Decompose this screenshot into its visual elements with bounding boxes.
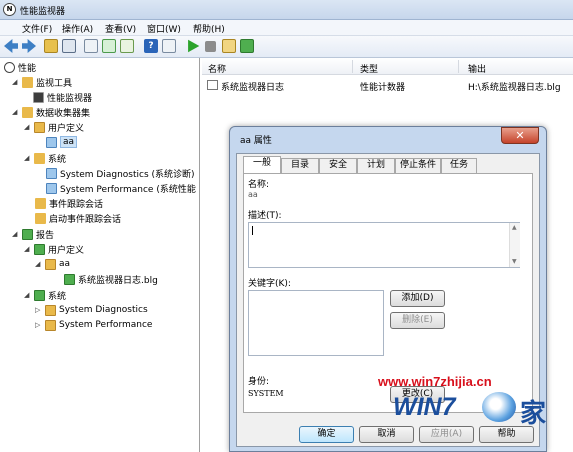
menu-file[interactable]: 文件(F) — [22, 22, 52, 35]
tab-security[interactable]: 安全 — [319, 158, 357, 173]
up-icon[interactable] — [44, 39, 58, 53]
column-name[interactable]: 名称 — [208, 62, 226, 75]
collector-icon — [46, 136, 57, 148]
tree-aa[interactable]: aa — [46, 135, 78, 149]
name-value: aa — [248, 190, 258, 199]
tree-r-system[interactable]: ◢ 系统 — [24, 288, 66, 302]
description-textarea[interactable]: ▲ ▼ — [248, 222, 520, 268]
tree-r-aa[interactable]: ◢ aa — [35, 257, 70, 271]
identity-value: SYSTEM — [248, 389, 284, 398]
watermark-url: www.win7zhijia.cn — [378, 374, 492, 389]
windows-logo-icon — [482, 392, 516, 422]
menu-window[interactable]: 窗口(W) — [147, 22, 181, 35]
close-button[interactable]: ✕ — [501, 127, 539, 144]
tree-perf-monitor[interactable]: 性能监视器 — [33, 90, 92, 104]
tab-general[interactable]: 一般 — [243, 156, 281, 174]
folder-icon — [35, 197, 46, 209]
refresh-icon[interactable] — [102, 39, 116, 53]
export-icon[interactable] — [120, 39, 134, 53]
start-icon[interactable] — [188, 39, 200, 53]
identity-label: 身份: — [248, 377, 270, 387]
menu-action[interactable]: 操作(A) — [62, 22, 93, 35]
tree-sys-diag[interactable]: System Diagnostics (系统诊断) — [46, 166, 195, 180]
new-icon[interactable] — [222, 39, 236, 53]
menu-bar: 文件(F) 操作(A) 查看(V) 窗口(W) 帮助(H) — [0, 20, 573, 36]
tree-monitor-tools[interactable]: ◢ 监视工具 — [12, 75, 72, 89]
report-icon — [22, 228, 33, 240]
folder-icon — [22, 106, 33, 118]
folder-icon — [22, 76, 33, 88]
tree-r-user-defined[interactable]: ◢ 用户定义 — [24, 242, 84, 256]
menu-view[interactable]: 查看(V) — [105, 22, 136, 35]
report-folder-icon — [34, 289, 45, 301]
folder-icon — [45, 258, 56, 270]
report-folder-icon — [34, 243, 45, 255]
perfmon-icon: N — [3, 3, 16, 16]
tree-system[interactable]: ◢ 系统 — [24, 151, 66, 165]
scrollbar[interactable]: ▲ ▼ — [509, 223, 520, 267]
watermark-suffix: 家 — [520, 399, 547, 429]
tree-r-log[interactable]: 系统监视器日志.blg — [64, 272, 158, 286]
tree-r-sys-diag[interactable]: ▷ System Diagnostics — [35, 303, 148, 317]
tree-root[interactable]: 性能 — [4, 60, 36, 74]
chart-icon — [33, 91, 44, 103]
cancel-button[interactable]: 取消 — [359, 426, 414, 443]
description-label: 描述(T): — [248, 211, 282, 221]
folder-icon — [35, 212, 46, 224]
keywords-label: 关键字(K): — [248, 279, 291, 289]
folder-icon — [45, 304, 56, 316]
download-icon[interactable] — [240, 39, 254, 53]
column-type[interactable]: 类型 — [360, 62, 378, 75]
tab-directory[interactable]: 目录 — [281, 158, 319, 173]
ok-button[interactable]: 确定 — [299, 426, 354, 443]
add-keyword-button[interactable]: 添加(D) — [390, 290, 445, 307]
properties-icon[interactable] — [84, 39, 98, 53]
watermark-logo: WIN7 — [393, 393, 456, 421]
help-icon[interactable]: ? — [144, 39, 158, 53]
tab-task[interactable]: 任务 — [441, 158, 477, 173]
folder-icon — [45, 319, 56, 331]
apply-button[interactable]: 应用(A) — [419, 426, 474, 443]
tree-startup-trace[interactable]: 启动事件跟踪会话 — [35, 211, 121, 225]
log-file-icon — [207, 80, 218, 90]
toolbar: ? — [0, 36, 573, 58]
column-output[interactable]: 输出 — [468, 62, 486, 75]
collector-icon — [46, 182, 57, 194]
tree-r-sys-perf[interactable]: ▷ System Performance — [35, 318, 152, 332]
collector-icon — [46, 167, 57, 179]
menu-help[interactable]: 帮助(H) — [193, 22, 225, 35]
list-row[interactable]: 系统监视器日志 性能计数器 H:\系统监视器日志.blg — [202, 78, 573, 93]
navigation-tree: 性能 ◢ 监视工具 性能监视器 ◢ 数据收集器集 ◢ 用户定义 aa ◢ 系统 Syst… — [0, 58, 200, 452]
view-icon[interactable] — [162, 39, 176, 53]
tab-stop-condition[interactable]: 停止条件 — [395, 158, 441, 173]
folder-icon — [34, 121, 45, 133]
dialog-title: aa 属性 — [240, 136, 272, 146]
folder-icon — [34, 152, 45, 164]
perfmon-icon — [4, 61, 15, 73]
name-label: 名称: — [248, 180, 270, 190]
tab-schedule[interactable]: 计划 — [357, 158, 395, 173]
window-title: 性能监视器 — [20, 7, 66, 17]
forward-icon[interactable] — [22, 39, 36, 53]
stop-icon[interactable] — [205, 41, 216, 52]
delete-keyword-button[interactable]: 删除(E) — [390, 312, 445, 329]
back-icon[interactable] — [4, 39, 18, 53]
text-caret — [252, 226, 253, 235]
tree-user-defined[interactable]: ◢ 用户定义 — [24, 120, 84, 134]
list-header: 名称 类型 输出 — [202, 58, 573, 75]
log-file-icon — [64, 273, 75, 285]
tree-collector-sets[interactable]: ◢ 数据收集器集 — [12, 105, 90, 119]
tree-reports[interactable]: ◢ 报告 — [12, 227, 54, 241]
tree-sys-perf[interactable]: System Performance (系统性能 — [46, 181, 196, 195]
keywords-list[interactable] — [248, 290, 384, 356]
tree-event-trace[interactable]: 事件跟踪会话 — [35, 196, 103, 210]
show-tree-icon[interactable] — [62, 39, 76, 53]
title-bar: N 性能监视器 — [0, 0, 573, 20]
